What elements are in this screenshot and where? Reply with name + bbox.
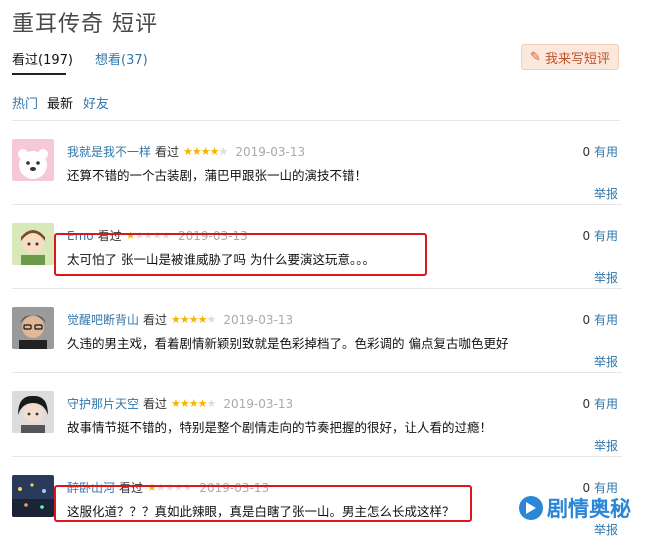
play-logo-icon	[519, 496, 543, 520]
tab-want[interactable]: 想看(37)	[95, 49, 148, 68]
write-review-button[interactable]: ✎ 我来写短评	[521, 44, 619, 70]
vote-number: 0	[582, 313, 591, 327]
watermark-text: 剧情奥秘	[547, 497, 631, 521]
comment-status: 看过	[143, 313, 168, 327]
watermark: 剧情奥秘	[519, 493, 631, 523]
report-link[interactable]: 举报	[594, 437, 618, 454]
rating-stars: ★★★★★	[171, 313, 216, 326]
avatar[interactable]	[12, 475, 54, 517]
highlight-box	[54, 485, 472, 522]
sort-new[interactable]: 最新	[47, 93, 73, 112]
rating-stars: ★★★★★	[183, 145, 228, 158]
useful-button[interactable]: 有用	[594, 397, 618, 411]
comment-status: 看过	[143, 397, 168, 411]
write-review-label: 我来写短评	[544, 51, 610, 67]
comment-item: 觉醒吧断背山 看过 ★★★★★ 2019-03-13 0 有用 久违的男主戏，看…	[12, 289, 622, 373]
vote-count: 0 有用	[583, 311, 618, 328]
tab-seen[interactable]: 看过(197)	[12, 49, 73, 68]
comment-item: 我就是我不一样 看过 ★★★★★ 2019-03-13 0 有用 还算不错的一个…	[12, 121, 622, 205]
useful-button[interactable]: 有用	[594, 145, 618, 159]
comment-author[interactable]: 我就是我不一样	[67, 143, 151, 160]
comment-text: 久违的男主戏，看着剧情新颖别致就是色彩掉档了。色彩调的 偏点复古咖色更好	[67, 336, 509, 351]
vote-number: 0	[582, 397, 591, 411]
report-link[interactable]: 举报	[594, 521, 618, 538]
vote-number: 0	[582, 229, 591, 243]
sort-hot[interactable]: 热门	[12, 93, 38, 112]
vote-count: 0 有用	[583, 395, 618, 412]
comment-date: 2019-03-13	[223, 396, 294, 411]
vote-count: 0 有用	[583, 227, 618, 244]
comment-text: 故事情节挺不错的，特别是整个剧情走向的节奏把握的很好，让人看的过瘾！	[67, 420, 493, 435]
vote-number: 0	[582, 145, 591, 159]
report-link[interactable]: 举报	[594, 185, 618, 202]
avatar[interactable]	[12, 139, 54, 181]
comment-status: 看过	[155, 145, 180, 159]
comment-date: 2019-03-13	[223, 312, 294, 327]
vote-count: 0 有用	[583, 143, 618, 160]
useful-button[interactable]: 有用	[594, 229, 618, 243]
comment-author[interactable]: 觉醒吧断背山	[67, 311, 139, 328]
avatar[interactable]	[12, 391, 54, 433]
comment-date: 2019-03-13	[235, 144, 306, 159]
avatar[interactable]	[12, 223, 54, 265]
rating-stars: ★★★★★	[171, 397, 216, 410]
pencil-icon: ✎	[530, 49, 541, 65]
useful-button[interactable]: 有用	[594, 313, 618, 327]
active-tab-underline	[12, 73, 66, 75]
avatar[interactable]	[12, 307, 54, 349]
comment-author[interactable]: 守护那片天空	[67, 395, 139, 412]
comment-text: 还算不错的一个古装剧，蒲巴甲跟张一山的演技不错！	[67, 168, 368, 183]
highlight-box	[54, 233, 427, 276]
sort-friends[interactable]: 好友	[83, 93, 109, 112]
report-link[interactable]: 举报	[594, 269, 618, 286]
report-link[interactable]: 举报	[594, 353, 618, 370]
comment-item: 守护那片天空 看过 ★★★★★ 2019-03-13 0 有用 故事情节挺不错的…	[12, 373, 622, 457]
page-title: 重耳传奇 短评	[12, 12, 158, 37]
